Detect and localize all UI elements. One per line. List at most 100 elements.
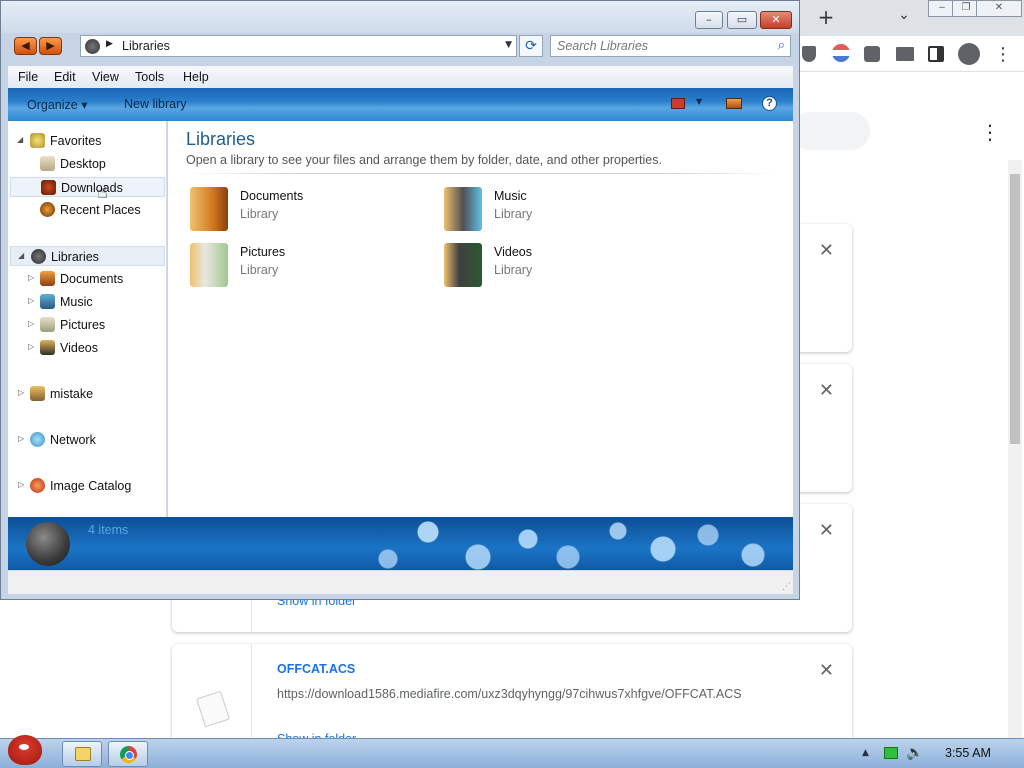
library-type: Library	[240, 207, 279, 221]
address-bar[interactable]: ▶ Libraries ▼	[80, 35, 517, 57]
extensions-puzzle-icon[interactable]	[864, 46, 880, 62]
breadcrumb-location[interactable]: Libraries	[122, 39, 170, 53]
extension-flag-icon[interactable]	[832, 44, 850, 62]
menu-edit[interactable]: Edit	[54, 70, 76, 84]
library-item-videos[interactable]: Videos Library	[440, 241, 670, 289]
nav-lib-pictures[interactable]: ▷ Pictures	[10, 315, 165, 335]
navigation-row: ◀ ▶ ▶ Libraries ▼ ⟳ ⌕	[1, 33, 799, 63]
library-item-pictures[interactable]: Pictures Library	[186, 241, 416, 289]
search-input[interactable]	[557, 38, 762, 54]
download-url: https://download1586.mediafire.com/uxz3d…	[277, 687, 742, 701]
downloads-more-icon[interactable]: ⋮	[980, 120, 1000, 144]
nav-label: Downloads	[61, 181, 123, 195]
menu-bar: File Edit View Tools Help	[8, 66, 793, 88]
nav-lib-videos[interactable]: ▷ Videos	[10, 338, 165, 358]
start-button[interactable]	[2, 731, 48, 768]
maximize-button[interactable]: ▭	[727, 11, 757, 29]
expand-arrow-icon[interactable]: ▷	[18, 480, 24, 489]
collapse-arrow-icon[interactable]: ◢	[17, 135, 23, 144]
remove-download-close-icon[interactable]: ✕	[819, 660, 834, 681]
search-box[interactable]: ⌕	[550, 35, 791, 57]
new-library-button[interactable]: New library	[124, 97, 187, 111]
preview-pane-icon[interactable]	[726, 98, 742, 109]
expand-arrow-icon[interactable]: ▷	[18, 434, 24, 443]
remove-download-close-icon[interactable]: ✕	[819, 240, 834, 261]
download-file-name[interactable]: OFFCAT.ACS	[277, 662, 355, 676]
expand-arrow-icon[interactable]: ▷	[18, 388, 24, 397]
breadcrumb-chevron-icon[interactable]: ▶	[106, 39, 113, 49]
nav-label: Videos	[60, 341, 98, 355]
nav-label: Documents	[60, 272, 124, 286]
collapse-arrow-icon[interactable]: ◢	[18, 251, 24, 260]
menu-help[interactable]: Help	[183, 70, 209, 84]
nav-lib-music[interactable]: ▷ Music	[10, 292, 165, 312]
library-type: Library	[494, 263, 533, 277]
nav-libraries[interactable]: ◢ Libraries	[10, 246, 165, 266]
scrollbar-thumb[interactable]	[1010, 174, 1020, 444]
tab-search-button[interactable]: ⌄	[892, 7, 916, 29]
expand-arrow-icon[interactable]: ▷	[28, 342, 34, 351]
nav-recent-places[interactable]: Recent Places	[10, 200, 165, 220]
change-view-icon[interactable]	[671, 98, 685, 109]
search-icon[interactable]: ⌕	[778, 38, 785, 53]
recent-places-icon	[40, 202, 55, 217]
page-scrollbar[interactable]	[1008, 160, 1022, 738]
start-orb-eye	[19, 744, 29, 750]
divider	[186, 173, 776, 174]
media-control-icon[interactable]	[896, 47, 914, 61]
menu-file[interactable]: File	[18, 70, 38, 84]
network-icon	[30, 432, 45, 447]
nav-lib-documents[interactable]: ▷ Documents	[10, 269, 165, 289]
nav-downloads[interactable]: Downloads	[10, 177, 165, 197]
menu-view[interactable]: View	[92, 70, 119, 84]
library-item-music[interactable]: Music Library	[440, 185, 670, 233]
nav-desktop[interactable]: Desktop	[10, 154, 165, 174]
taskbar-explorer-button[interactable]	[62, 741, 102, 767]
taskbar-chrome-button[interactable]	[108, 741, 148, 767]
nav-favorites[interactable]: ◢ Favorites	[10, 131, 165, 151]
library-type: Library	[240, 263, 279, 277]
refresh-button[interactable]: ⟳	[519, 35, 543, 57]
network-status-icon[interactable]	[884, 747, 898, 759]
close-button[interactable]: ✕	[760, 11, 792, 29]
library-name: Documents	[240, 189, 304, 203]
resize-grip-icon[interactable]: ⋰	[782, 582, 791, 592]
music-library-icon	[40, 294, 55, 309]
library-name: Pictures	[240, 245, 286, 259]
organize-button[interactable]: Organize ▾	[27, 97, 87, 112]
nav-label: Recent Places	[60, 203, 141, 217]
remove-download-close-icon[interactable]: ✕	[819, 380, 834, 401]
help-icon[interactable]: ?	[762, 96, 777, 111]
show-hidden-icons-arrow-icon[interactable]: ▲	[862, 748, 869, 758]
documents-library-icon	[40, 271, 55, 286]
chrome-menu-icon[interactable]: ⋮	[994, 44, 1012, 65]
menu-tools[interactable]: Tools	[135, 70, 164, 84]
side-panel-icon[interactable]	[928, 46, 944, 62]
library-item-documents[interactable]: Documents Library	[186, 185, 416, 233]
nav-mistake[interactable]: ▷ mistake	[10, 384, 165, 404]
page-title: Libraries	[186, 129, 256, 149]
expand-arrow-icon[interactable]: ▷	[28, 296, 34, 305]
library-type: Library	[494, 207, 533, 221]
profile-avatar-icon[interactable]	[958, 43, 980, 65]
chrome-icon	[120, 746, 137, 763]
new-tab-button[interactable]: +	[812, 5, 840, 31]
nav-label: Favorites	[50, 134, 102, 148]
expand-arrow-icon[interactable]: ▷	[28, 319, 34, 328]
address-dropdown-icon[interactable]: ▼	[505, 40, 512, 50]
nav-image-catalog[interactable]: ▷ Image Catalog	[10, 476, 165, 496]
volume-icon[interactable]: 🔈	[906, 745, 923, 761]
minimize-button[interactable]: –	[695, 11, 723, 29]
expand-arrow-icon[interactable]: ▷	[28, 273, 34, 282]
clock[interactable]: 3:55 AM	[945, 746, 991, 760]
nav-label: Image Catalog	[50, 479, 132, 493]
back-button[interactable]: ◀	[14, 37, 37, 55]
forward-button[interactable]: ▶	[39, 37, 62, 55]
ublock-icon[interactable]	[802, 46, 816, 62]
downloads-search-bar[interactable]	[790, 112, 870, 150]
nav-network[interactable]: ▷ Network	[10, 430, 165, 450]
remove-download-close-icon[interactable]: ✕	[819, 520, 834, 541]
view-dropdown-icon[interactable]: ▼	[696, 97, 702, 106]
chrome-close-button[interactable]: ✕	[976, 0, 1022, 17]
explorer-titlebar[interactable]: – ▭ ✕	[1, 1, 799, 33]
